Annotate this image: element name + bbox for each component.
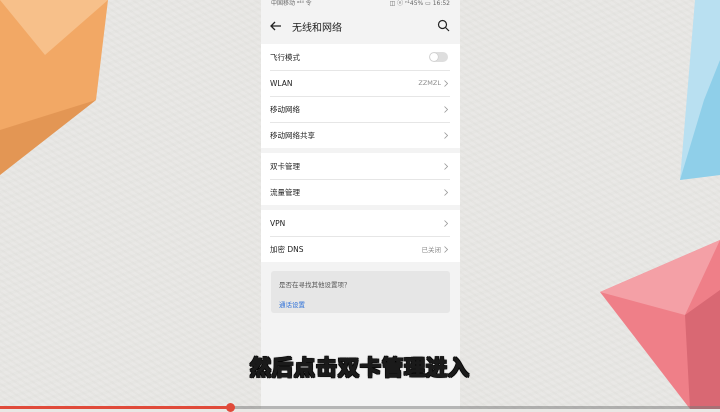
- row-label: 流量管理: [270, 187, 300, 197]
- airplane-mode-toggle[interactable]: [429, 52, 448, 62]
- row-label: 双卡管理: [270, 161, 300, 171]
- vpn-row[interactable]: VPN: [261, 210, 460, 236]
- settings-group-network: 飞行模式 WLAN ZZMZL 移动网络 移动网络共享: [261, 44, 460, 148]
- row-label: VPN: [270, 218, 286, 228]
- row-label: 加密 DNS: [270, 244, 304, 254]
- app-bar: 无线和网络: [261, 8, 460, 44]
- video-progress-handle[interactable]: [225, 403, 235, 412]
- chevron-right-icon: [444, 188, 448, 196]
- status-bar: 中国移动 ᵃ⁴ⁱˡ 令 ◫ ⓝ ⁿ¹45% ▭ 16:52: [261, 0, 460, 8]
- encrypted-dns-value: 已关闭: [421, 246, 442, 254]
- toggle-knob: [430, 53, 438, 61]
- chevron-right-icon: [444, 131, 448, 139]
- row-label: 移动网络: [270, 104, 300, 114]
- row-label: WLAN: [270, 78, 293, 88]
- chevron-right-icon: [444, 245, 448, 253]
- dual-sim-management-row[interactable]: 双卡管理: [261, 153, 460, 179]
- encrypted-dns-row[interactable]: 加密 DNS 已关闭: [261, 236, 460, 262]
- status-left: 中国移动 ᵃ⁴ⁱˡ 令: [271, 0, 312, 7]
- settings-group-privacy: VPN 加密 DNS 已关闭: [261, 210, 460, 262]
- data-usage-row[interactable]: 流量管理: [261, 179, 460, 205]
- row-label: 飞行模式: [270, 52, 300, 62]
- tethering-row[interactable]: 移动网络共享: [261, 122, 460, 148]
- status-right: ◫ ⓝ ⁿ¹45% ▭ 16:52: [389, 0, 450, 7]
- wlan-value: ZZMZL: [418, 79, 441, 87]
- call-settings-link[interactable]: 通话设置: [279, 299, 442, 309]
- mobile-network-row[interactable]: 移动网络: [261, 96, 460, 122]
- chevron-right-icon: [444, 105, 448, 113]
- row-label: 移动网络共享: [270, 130, 315, 140]
- settings-group-sim: 双卡管理 流量管理: [261, 153, 460, 205]
- suggestion-question: 是否在寻找其他设置项？: [279, 281, 351, 289]
- page-title: 无线和网络: [292, 23, 342, 34]
- back-arrow-icon[interactable]: [269, 19, 283, 33]
- video-subtitle: 然后点击双卡管理进入: [249, 355, 470, 380]
- search-icon[interactable]: [437, 19, 450, 32]
- chevron-right-icon: [444, 219, 448, 227]
- phone-screen: 中国移动 ᵃ⁴ⁱˡ 令 ◫ ⓝ ⁿ¹45% ▭ 16:52 无线和网络 飞行模式…: [261, 0, 460, 409]
- chevron-right-icon: [444, 162, 448, 170]
- suggestion-card: 是否在寻找其他设置项？ 通话设置: [271, 271, 450, 313]
- wlan-row[interactable]: WLAN ZZMZL: [261, 70, 460, 96]
- airplane-mode-row[interactable]: 飞行模式: [261, 44, 460, 70]
- chevron-right-icon: [444, 79, 448, 87]
